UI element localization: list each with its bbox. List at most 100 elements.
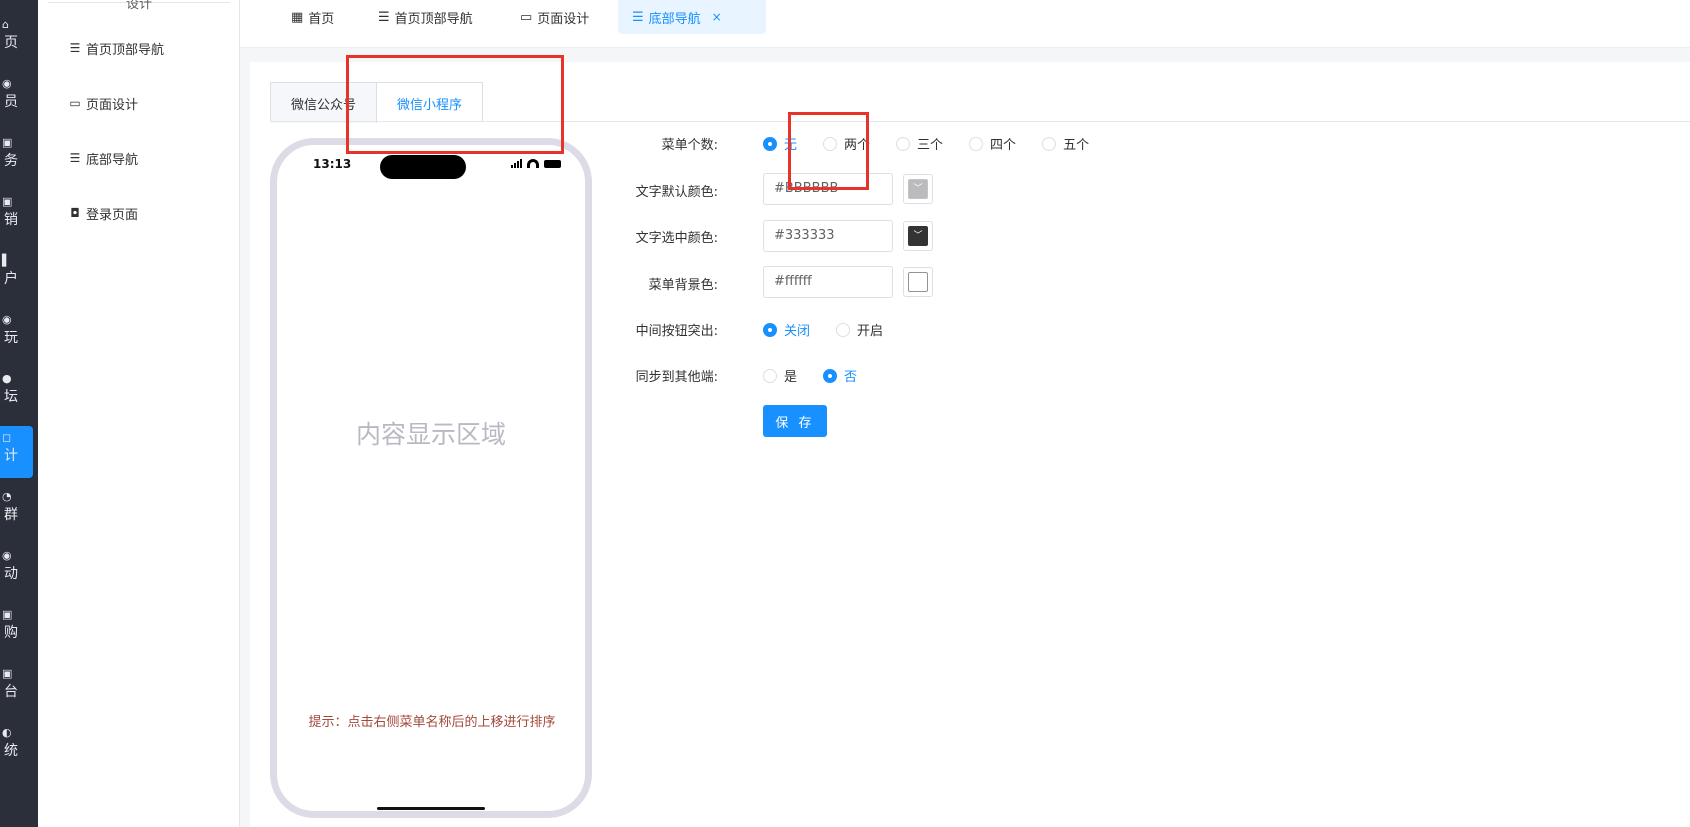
dashboard-icon: ▦ — [291, 9, 304, 25]
tab-bottom-nav[interactable]: ☰ 底部导航 × — [618, 0, 766, 34]
nav-item-marketing[interactable]: ▣ 销 — [0, 195, 38, 247]
group-icon: ◔ — [2, 490, 12, 503]
nav-item-label: 务 — [4, 153, 18, 169]
phone-preview: 13:13 内容显示区域 提示：点击右侧菜单名称后的上移进行排序 — [270, 138, 592, 818]
nav-item-label: 坛 — [4, 389, 18, 405]
nav-item-label: 玩 — [4, 330, 18, 346]
highlight-box-radio — [788, 112, 869, 190]
nav-item-forum[interactable]: ● 坛 — [0, 372, 38, 424]
content-area-placeholder: 内容显示区域 — [355, 420, 506, 449]
text-selected-color-picker[interactable]: ﹀ — [903, 221, 933, 251]
wifi-icon — [527, 159, 539, 168]
tab-page-design[interactable]: ▭ 页面设计 — [506, 0, 603, 34]
menu-bg-color-picker[interactable] — [903, 267, 933, 297]
menu-bg-color-input[interactable]: #ffffff — [763, 266, 893, 298]
radio-dot — [823, 368, 838, 383]
nav-item-play[interactable]: ◉ 玩 — [0, 313, 38, 365]
nav-item-activity[interactable]: ◉ 动 — [0, 549, 38, 601]
tab-home-top-nav[interactable]: ☰ 首页顶部导航 — [364, 0, 487, 34]
home-icon: ⌂ — [2, 18, 9, 31]
radio-middle-on[interactable]: 开启 — [836, 320, 883, 339]
radio-dot — [896, 136, 911, 151]
sync-radio-group: 是 否 — [763, 366, 883, 385]
save-button[interactable]: 保 存 — [763, 405, 827, 437]
radio-dot — [763, 322, 777, 337]
submenu-title: 设计 — [126, 0, 153, 12]
service-icon: ▣ — [2, 136, 13, 149]
platform-icon: ▣ — [2, 667, 13, 680]
member-icon: ◉ — [2, 77, 12, 90]
page-tab-bar: ▦ 首页 ☰ 首页顶部导航 ▭ 页面设计 ☰ 底部导航 × — [240, 0, 1690, 48]
text-selected-color-input[interactable]: #333333 — [763, 220, 893, 252]
submenu-item-home-top-nav[interactable]: ☰ 首页顶部导航 — [68, 38, 164, 58]
chevron-down-icon: ﹀ — [913, 184, 923, 195]
nav-item-group[interactable]: ◔ 群 — [0, 490, 38, 542]
stats-icon: ◐ — [2, 726, 12, 739]
radio-menu-three[interactable]: 三个 — [896, 134, 943, 153]
radio-menu-five[interactable]: 五个 — [1042, 134, 1089, 153]
color-swatch: ﹀ — [908, 179, 928, 199]
main-nav-bar: ⌂ 页 ◉ 员 ▣ 务 ▣ 销 ▌ 户 ◉ 玩 ● 坛 ◻ 计 ◔ 群 ◉ 动 … — [0, 0, 38, 827]
submenu-item-login-page[interactable]: ◘ 登录页面 — [68, 203, 138, 223]
monitor-icon: ▭ — [520, 9, 533, 25]
phone-status-icons — [511, 159, 561, 168]
nav-item-design[interactable]: ◻ 计 — [0, 426, 33, 478]
tab-label: 首页顶部导航 — [394, 11, 473, 27]
middle-button-label: 中间按钮突出: — [635, 324, 718, 339]
nav-item-platform[interactable]: ▣ 台 — [0, 667, 38, 719]
tab-label: 首页 — [308, 11, 335, 27]
radio-menu-four[interactable]: 四个 — [969, 134, 1016, 153]
phone-time: 13:13 — [313, 157, 352, 171]
nav-item-customer[interactable]: ▌ 户 — [0, 254, 38, 306]
nav-item-stats[interactable]: ◐ 统 — [0, 726, 38, 778]
color-swatch — [908, 272, 928, 292]
tab-home[interactable]: ▦ 首页 — [277, 0, 348, 34]
submenu-item-page-design[interactable]: ▭ 页面设计 — [68, 93, 138, 113]
home-indicator — [377, 807, 485, 810]
text-default-color-label: 文字默认颜色: — [635, 185, 718, 200]
play-icon: ◉ — [2, 313, 12, 326]
menu-bg-color-label: 菜单背景色: — [648, 278, 718, 293]
sort-hint: 提示：点击右侧菜单名称后的上移进行排序 — [308, 715, 556, 730]
nav-item-label: 购 — [4, 625, 18, 641]
main-content: 微信公众号 微信小程序 13:13 内容显示区域 提示：点击右侧菜单名称后的上移… — [240, 48, 1690, 827]
design-icon: ◻ — [2, 431, 12, 444]
nav-item-member[interactable]: ◉ 员 — [0, 77, 38, 129]
nav-item-home[interactable]: ⌂ 页 — [0, 18, 38, 70]
monitor-icon: ▭ — [69, 96, 81, 110]
phone-dynamic-island — [380, 155, 466, 179]
close-icon[interactable]: × — [712, 10, 722, 24]
highlight-box-tab — [346, 55, 564, 154]
submenu-item-bottom-nav[interactable]: ☰ 底部导航 — [68, 148, 138, 168]
nav-item-label: 动 — [4, 566, 18, 582]
nav-item-label: 群 — [4, 507, 18, 523]
submenu-item-label: 底部导航 — [86, 152, 139, 168]
chevron-down-icon: ﹀ — [913, 231, 923, 242]
list-icon: ☰ — [632, 9, 644, 25]
radio-sync-no[interactable]: 否 — [823, 366, 857, 385]
radio-middle-off[interactable]: 关闭 — [763, 320, 810, 339]
radio-sync-yes[interactable]: 是 — [763, 366, 797, 385]
text-default-color-picker[interactable]: ﹀ — [903, 174, 933, 204]
radio-dot — [763, 368, 777, 383]
nav-item-label: 页 — [4, 35, 18, 51]
list-icon: ☰ — [69, 41, 81, 55]
color-swatch: ﹀ — [908, 226, 928, 246]
design-submenu: 设计 ☰ 首页顶部导航 ▭ 页面设计 ☰ 底部导航 ◘ 登录页面 — [38, 0, 240, 827]
purchase-icon: ▣ — [2, 608, 13, 621]
activity-icon: ◉ — [2, 549, 12, 562]
nav-item-label: 统 — [4, 743, 18, 759]
nav-item-purchase[interactable]: ▣ 购 — [0, 608, 38, 660]
tab-label: 页面设计 — [537, 11, 590, 27]
gamepad-icon: ◘ — [70, 206, 80, 220]
submenu-item-label: 首页顶部导航 — [86, 42, 165, 58]
nav-item-service[interactable]: ▣ 务 — [0, 136, 38, 188]
battery-icon — [544, 160, 561, 168]
menu-count-label: 菜单个数: — [661, 138, 718, 153]
tab-label: 底部导航 — [648, 11, 701, 27]
sync-label: 同步到其他端: — [635, 370, 718, 385]
list-icon: ☰ — [378, 9, 390, 25]
nav-item-label: 销 — [4, 212, 18, 228]
nav-item-label: 台 — [4, 684, 18, 700]
radio-dot — [763, 136, 777, 151]
